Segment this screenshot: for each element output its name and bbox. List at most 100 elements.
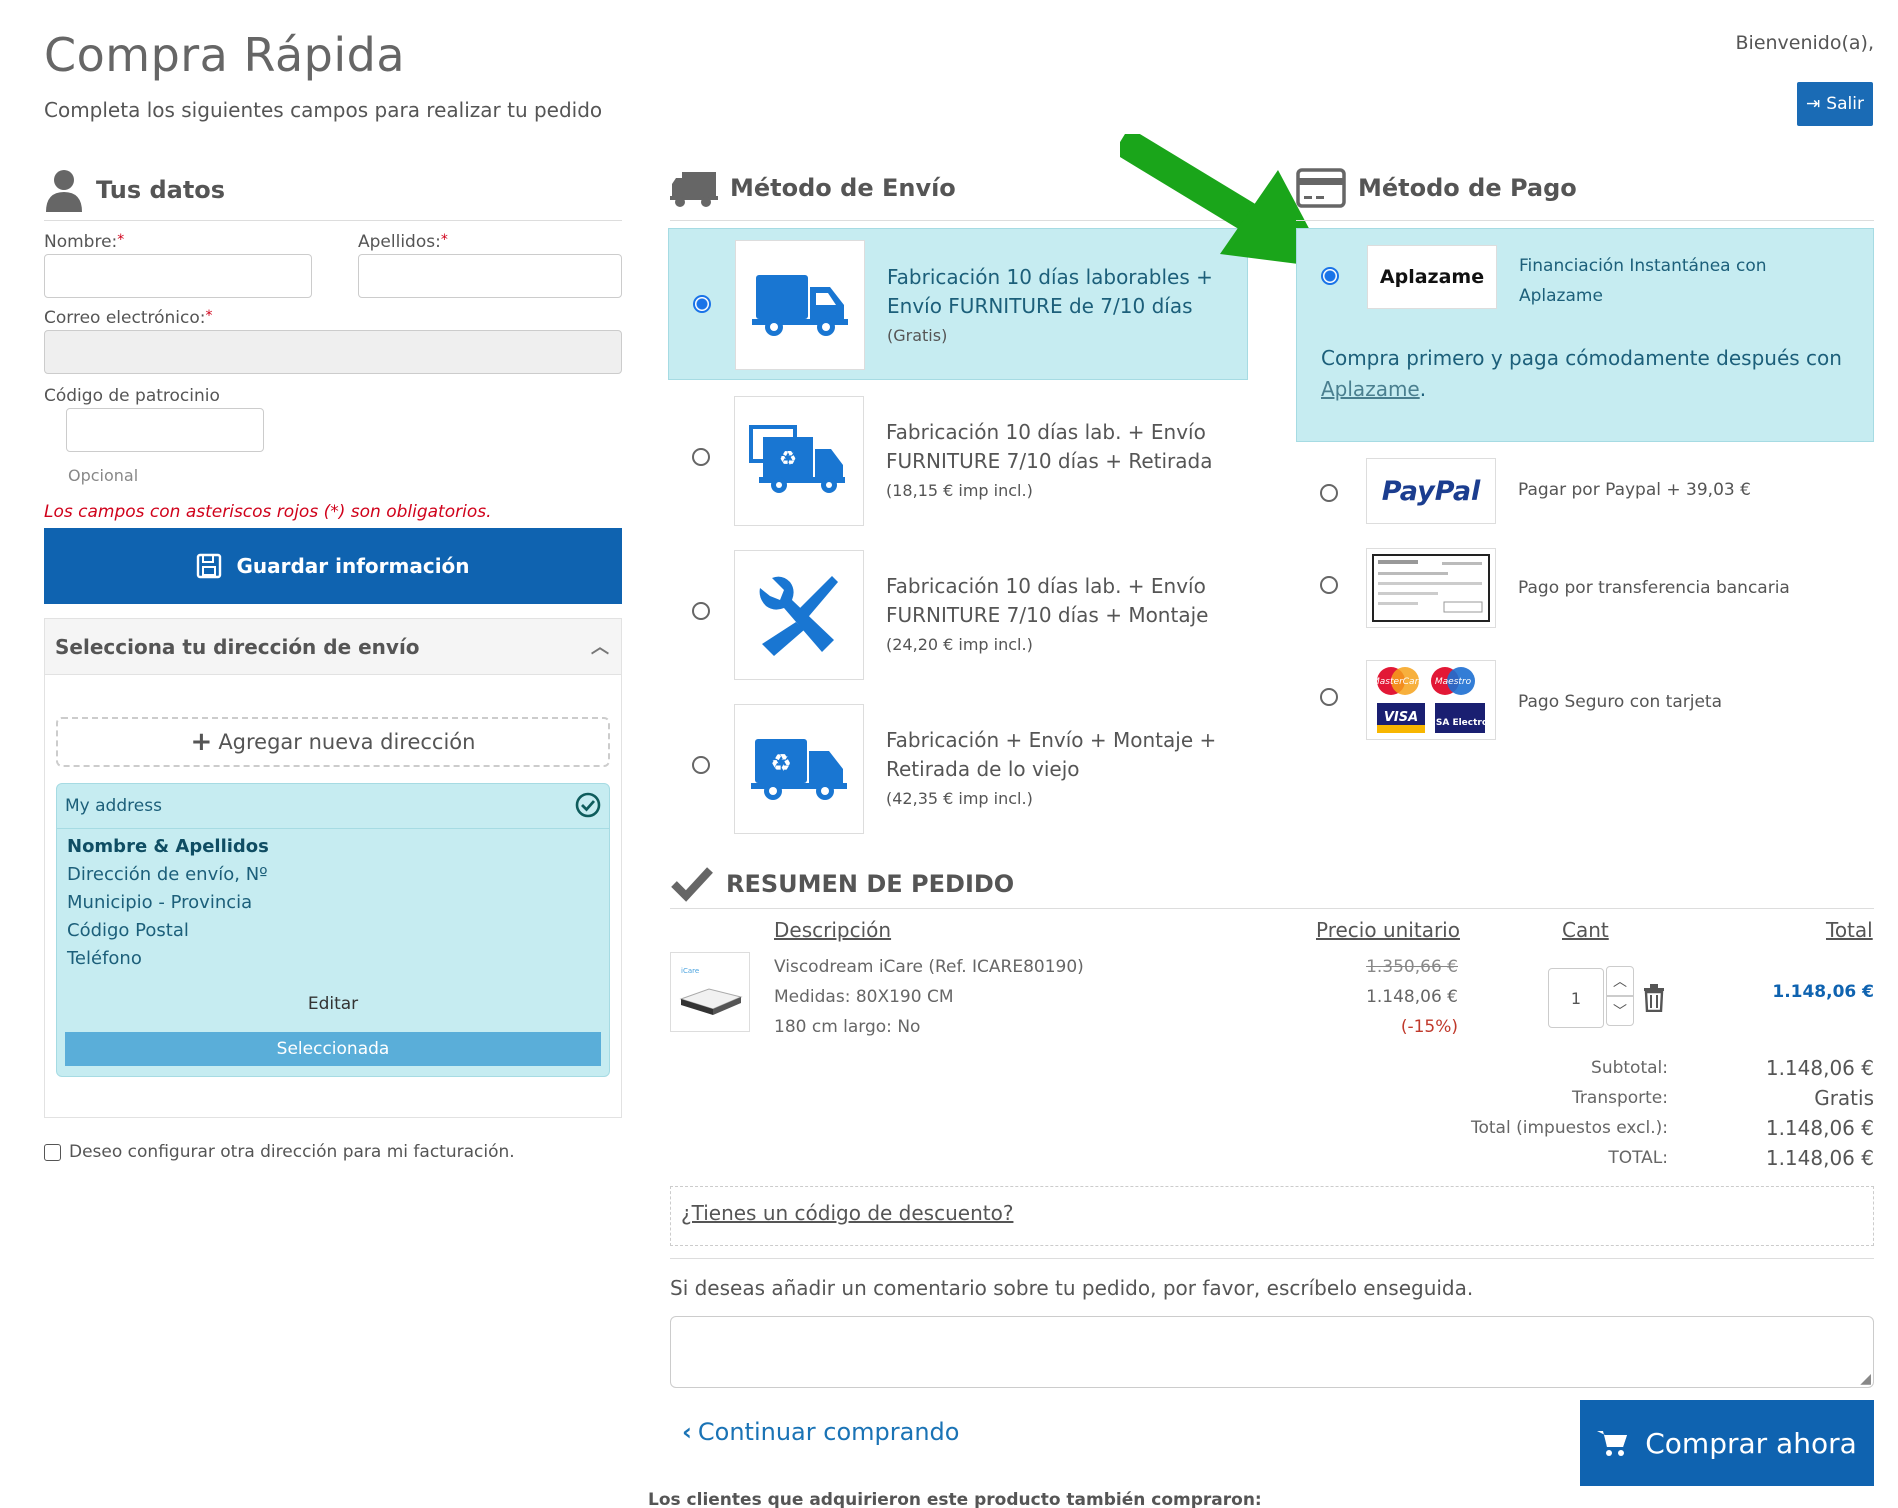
shipping-label-4: Fabricación + Envío + Montaje + Retirada… <box>886 728 1217 808</box>
chevron-left-icon: ‹ <box>682 1418 692 1446</box>
logout-icon: ⇥ <box>1806 94 1821 114</box>
address-panel-header[interactable]: Selecciona tu dirección de envío ︿ <box>45 619 621 675</box>
edit-address-link[interactable]: Editar <box>57 994 609 1014</box>
email-input[interactable] <box>44 330 622 374</box>
save-info-label: Guardar información <box>236 554 470 578</box>
chevron-up-icon[interactable]: ︿ <box>591 633 609 659</box>
optional-hint: Opcional <box>68 466 139 485</box>
save-info-button[interactable]: Guardar información <box>44 528 622 604</box>
product-total: 1.148,06 € <box>1772 982 1874 1002</box>
last-name-label: Apellidos:* <box>358 232 448 252</box>
transport-value: Gratis <box>1814 1086 1874 1110</box>
shipping-radio-1[interactable] <box>693 295 711 313</box>
address-line-street: Dirección de envío, Nº <box>67 864 268 885</box>
billing-checkbox[interactable] <box>44 1143 61 1161</box>
address-panel: Selecciona tu dirección de envío ︿ + Agr… <box>44 618 622 1118</box>
referral-input[interactable] <box>66 408 264 452</box>
card-label: Pago Seguro con tarjeta <box>1518 692 1722 712</box>
credit-card-icon <box>1296 168 1346 208</box>
col-quantity[interactable]: Cant <box>1562 918 1609 942</box>
aplazame-description: Compra primero y paga cómodamente despué… <box>1321 346 1842 401</box>
email-label: Correo electrónico:* <box>44 308 213 328</box>
logout-button[interactable]: ⇥ Salir <box>1797 82 1873 126</box>
tools-icon <box>734 550 864 680</box>
aplazame-link[interactable]: Aplazame <box>1321 377 1420 401</box>
payment-heading: Método de Pago <box>1296 168 1577 208</box>
add-address-button[interactable]: + Agregar nueva dirección <box>56 717 610 767</box>
col-description[interactable]: Descripción <box>774 918 891 942</box>
transport-label: Transporte: <box>1572 1088 1668 1108</box>
total-excl-label: Total (impuestos excl.): <box>1471 1118 1668 1138</box>
product-details: Viscodream iCare (Ref. ICARE80190) Medid… <box>774 957 1084 1037</box>
col-total[interactable]: Total <box>1826 918 1873 942</box>
resize-handle-icon[interactable]: ◢ <box>1860 1371 1871 1387</box>
payment-option-aplazame[interactable]: Aplazame Financiación Instantánea con Ap… <box>1296 228 1874 442</box>
page-subtitle: Completa los siguientes campos para real… <box>44 98 603 122</box>
col-unit-price[interactable]: Precio unitario <box>1316 918 1460 942</box>
payment-option-paypal[interactable]: PayPal Pagar por Paypal + 39,03 € <box>1296 458 1874 528</box>
shipping-option-2[interactable]: ♻ Fabricación 10 días lab. + Envío FURNI… <box>668 396 1248 548</box>
payment-radio-paypal[interactable] <box>1320 484 1338 502</box>
discount-code-link[interactable]: ¿Tienes un código de descuento? <box>681 1201 1013 1225</box>
subtotal-label: Subtotal: <box>1591 1058 1668 1078</box>
address-card-title: My address <box>65 796 162 816</box>
total-excl-value: 1.148,06 € <box>1765 1116 1874 1140</box>
payment-radio-transfer[interactable] <box>1320 576 1338 594</box>
paypal-logo: PayPal <box>1366 458 1496 524</box>
address-line-postal: Código Postal <box>67 920 189 941</box>
quantity-decrement-button[interactable]: ﹀ <box>1606 996 1634 1026</box>
shipping-option-4[interactable]: ♻ Fabricación + Envío + Montaje + Retira… <box>668 704 1248 856</box>
product-price: 1.350,66 € 1.148,06 € (-15%) <box>1366 957 1458 1037</box>
shipping-radio-2[interactable] <box>692 448 710 466</box>
first-name-label: Nombre:* <box>44 232 125 252</box>
payment-option-transfer[interactable]: Pago por transferencia bancaria <box>1296 548 1874 630</box>
payment-radio-aplazame[interactable] <box>1321 267 1339 285</box>
billing-address-option[interactable]: Deseo configurar otra dirección para mi … <box>44 1142 515 1162</box>
shipping-label-2: Fabricación 10 días lab. + Envío FURNITU… <box>886 420 1213 500</box>
payment-radio-card[interactable] <box>1320 688 1338 706</box>
page-title: Compra Rápida <box>44 28 406 82</box>
grand-total-value: 1.148,06 € <box>1765 1146 1874 1170</box>
recycle-truck-icon: ♻ <box>734 396 864 526</box>
address-line-city: Municipio - Provincia <box>67 892 253 913</box>
svg-text:♻: ♻ <box>779 446 797 470</box>
required-note: Los campos con asteriscos rojos (*) son … <box>44 502 492 522</box>
subtotal-value: 1.148,06 € <box>1765 1056 1874 1080</box>
discount-panel: ¿Tienes un código de descuento? <box>670 1186 1874 1246</box>
bank-transfer-icon <box>1366 548 1496 628</box>
recycle-truck-icon: ♻ <box>734 704 864 834</box>
continue-shopping-link[interactable]: ‹ Continuar comprando <box>682 1418 959 1446</box>
trash-icon[interactable] <box>1642 984 1666 1012</box>
also-bought-heading: Los clientes que adquirieron este produc… <box>648 1490 1262 1508</box>
summary-heading: RESUMEN DE PEDIDO <box>670 866 1014 902</box>
selected-address-button[interactable]: Seleccionada <box>65 1032 601 1066</box>
quantity-input[interactable]: 1 <box>1548 968 1604 1028</box>
order-comment-textarea[interactable]: ◢ <box>670 1316 1874 1388</box>
svg-text:VISA: VISA <box>1384 710 1418 725</box>
svg-text:♻: ♻ <box>770 749 792 777</box>
truck-icon <box>670 172 718 207</box>
svg-text:VISA Electron: VISA Electron <box>1426 718 1487 728</box>
aplazame-logo: Aplazame <box>1367 245 1497 309</box>
truck-icon <box>735 240 865 370</box>
last-name-input[interactable] <box>358 254 622 298</box>
chevron-up-icon: ︿ <box>1613 974 1627 990</box>
checkmark-icon <box>671 867 713 902</box>
transfer-label: Pago por transferencia bancaria <box>1518 578 1790 598</box>
product-thumbnail[interactable]: iCare <box>670 952 750 1032</box>
shipping-label-1: Fabricación 10 días laborables + Envío F… <box>887 265 1213 345</box>
user-data-heading: Tus datos <box>44 168 225 212</box>
shipping-radio-3[interactable] <box>692 602 710 620</box>
payment-option-card[interactable]: MasterCard Maestro VISA VISA Electron Pa… <box>1296 660 1874 742</box>
floppy-icon <box>197 553 222 579</box>
aplazame-label: Financiación Instantánea con Aplazame <box>1519 256 1767 306</box>
comment-prompt: Si deseas añadir un comentario sobre tu … <box>670 1276 1474 1300</box>
address-card[interactable]: My address Nombre & Apellidos Dirección … <box>56 783 610 1077</box>
first-name-input[interactable] <box>44 254 312 298</box>
shopping-cart-icon <box>1597 1431 1628 1456</box>
shipping-radio-4[interactable] <box>692 756 710 774</box>
shipping-option-3[interactable]: Fabricación 10 días lab. + Envío FURNITU… <box>668 550 1248 702</box>
quantity-increment-button[interactable]: ︿ <box>1606 966 1634 996</box>
svg-text:MasterCard: MasterCard <box>1375 677 1424 687</box>
buy-now-button[interactable]: Comprar ahora <box>1580 1400 1874 1486</box>
